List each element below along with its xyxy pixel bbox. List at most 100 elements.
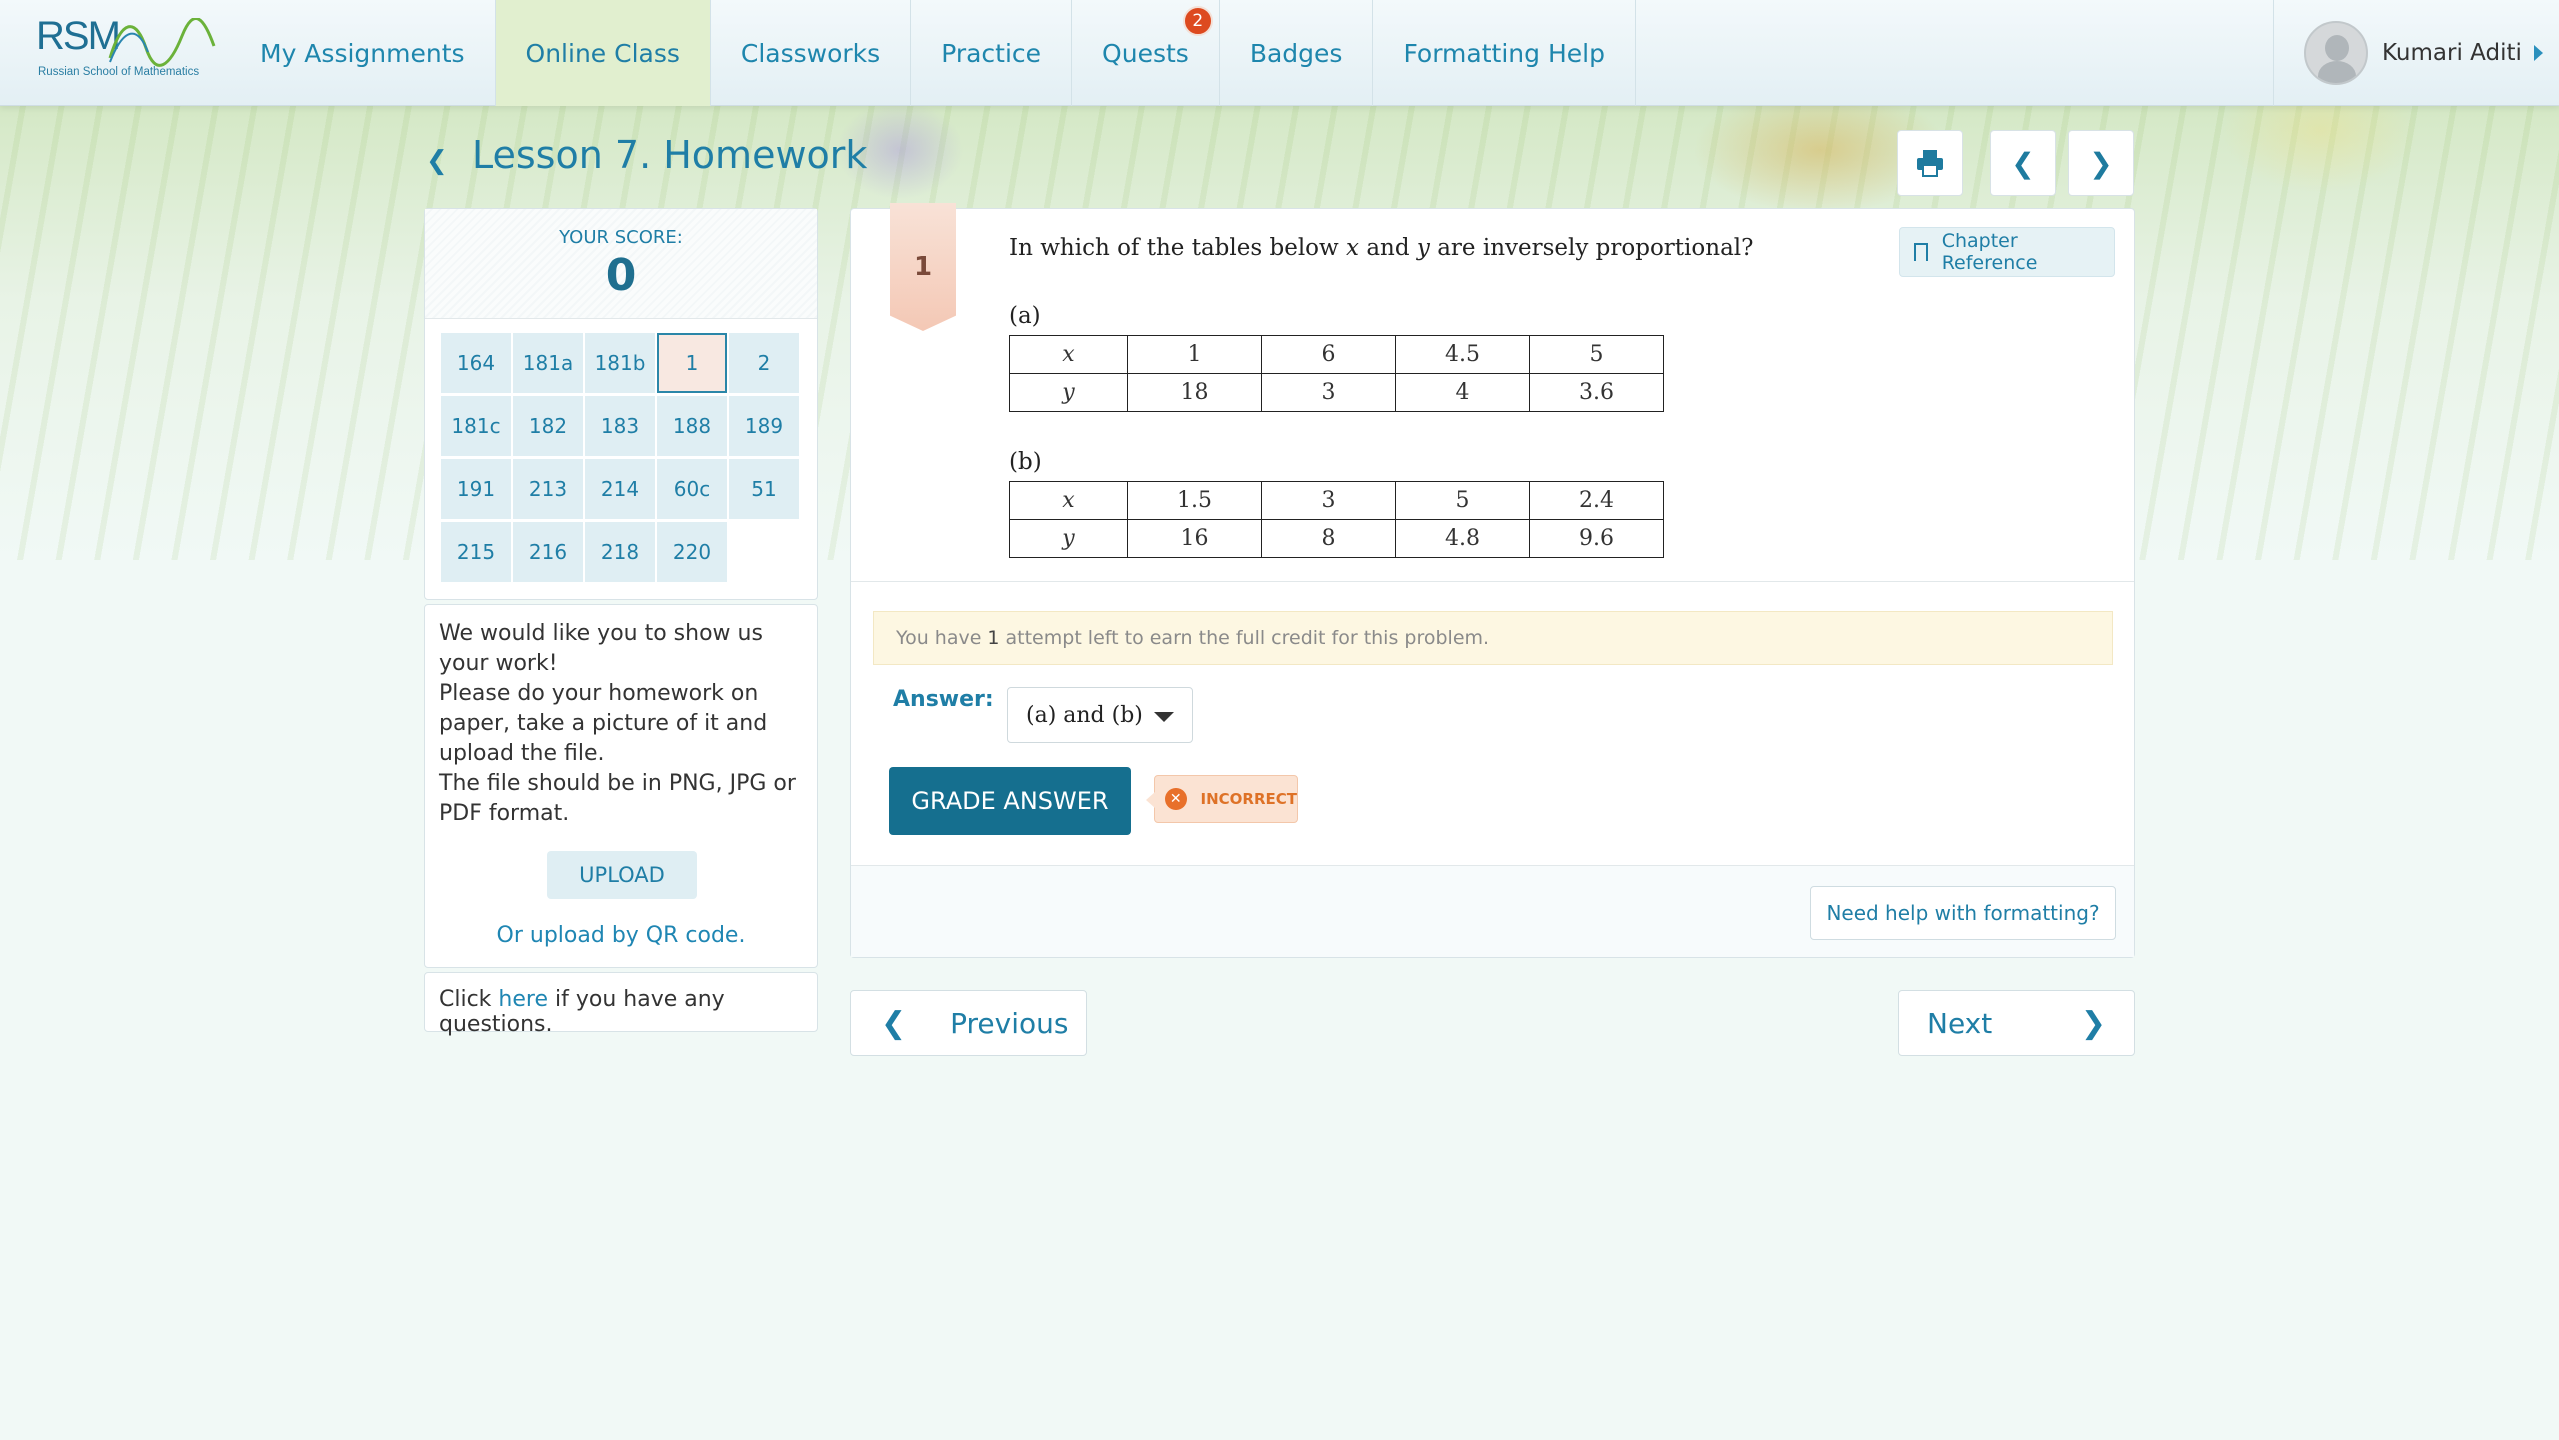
chapter-reference-button[interactable]: Chapter Reference (1899, 227, 2115, 277)
problem-cell[interactable]: 164 (441, 333, 511, 393)
notice-prefix: You have (896, 627, 982, 649)
chevron-left-icon: ❮ (2011, 146, 2035, 180)
page-title: Lesson 7. Homework (472, 133, 868, 177)
chapter-reference-label: Chapter Reference (1941, 230, 2038, 274)
table-cell: 9.6 (1529, 519, 1664, 558)
grade-answer-button[interactable]: GRADE ANSWER (889, 767, 1131, 835)
bookmark-icon (1914, 243, 1928, 261)
caret-right-icon (2533, 45, 2543, 61)
upload-instruction-1: We would like you to show us your work! (439, 621, 763, 676)
problem-cell[interactable]: 183 (585, 396, 655, 456)
next-label: Next (1927, 1006, 1993, 1040)
problem-cell[interactable]: 213 (513, 459, 583, 519)
problem-cell[interactable]: 189 (729, 396, 799, 456)
table-cell: 18 (1127, 373, 1262, 412)
problem-cell[interactable]: 220 (657, 522, 727, 582)
problem-cell[interactable]: 60c (657, 459, 727, 519)
problem-cell[interactable]: 188 (657, 396, 727, 456)
table-cell: x (1009, 335, 1128, 374)
table-b: x 1.5 3 5 2.4 y 16 8 4.8 9.6 (1009, 481, 1664, 558)
nav-my-assignments[interactable]: My Assignments (236, 0, 496, 106)
user-name: Kumari Aditi (2382, 40, 2522, 66)
rsm-logo[interactable]: RSM Russian School of Mathematics (0, 0, 236, 106)
table-a-label: (a) (1009, 303, 1041, 329)
problem-cell[interactable]: 2 (729, 333, 799, 393)
problem-cell[interactable]: 181b (585, 333, 655, 393)
attempts-notice: You have 1 attempt left to earn the full… (873, 611, 2113, 665)
problem-footer: Need help with formatting? (851, 865, 2134, 957)
problem-cell[interactable]: 216 (513, 522, 583, 582)
problem-panel: 1 Chapter Reference In which of the tabl… (850, 203, 2135, 958)
answer-select[interactable]: (a) and (b) (1007, 687, 1193, 743)
logo-subtitle: Russian School of Mathematics (38, 66, 200, 78)
qr-upload-link[interactable]: Or upload by QR code. (425, 923, 817, 948)
problem-cell[interactable]: 214 (585, 459, 655, 519)
problem-cell[interactable]: 181c (441, 396, 511, 456)
questions-here-link[interactable]: here (498, 987, 548, 1012)
avatar (2304, 21, 2368, 85)
chevron-left-icon: ❮ (881, 1005, 907, 1041)
problem-cell[interactable]: 182 (513, 396, 583, 456)
previous-problem-button[interactable]: ❮ (1990, 130, 2056, 196)
nav-quests[interactable]: Quests 2 (1072, 0, 1220, 106)
table-cell: 1 (1127, 335, 1262, 374)
formatting-help-button[interactable]: Need help with formatting? (1810, 886, 2116, 940)
questions-panel: Click here if you have any questions. (424, 972, 818, 1037)
table-cell: 4.8 (1395, 519, 1530, 558)
previous-button[interactable]: ❮ Previous (850, 990, 1087, 1056)
problem-cell[interactable]: 51 (729, 459, 799, 519)
problem-cell[interactable]: 218 (585, 522, 655, 582)
upload-button[interactable]: UPLOAD (547, 851, 697, 899)
problem-cell[interactable]: 191 (441, 459, 511, 519)
upload-instruction-3: The file should be in PNG, JPG or PDF fo… (439, 771, 796, 826)
table-cell: 2.4 (1529, 481, 1664, 520)
variable-y: y (1416, 235, 1430, 261)
nav-quests-label: Quests (1102, 38, 1189, 68)
table-cell: x (1009, 481, 1128, 520)
nav-online-class[interactable]: Online Class (495, 0, 711, 106)
nav-classworks[interactable]: Classworks (711, 0, 912, 106)
table-cell: 1.5 (1127, 481, 1262, 520)
nav-formatting-help[interactable]: Formatting Help (1373, 0, 1636, 106)
table-cell: 3.6 (1529, 373, 1664, 412)
table-cell: 4 (1395, 373, 1530, 412)
table-cell: 3 (1261, 481, 1396, 520)
quests-count-badge: 2 (1182, 6, 1213, 36)
logo-wave-icon (108, 18, 216, 67)
table-cell: 3 (1261, 373, 1396, 412)
table-cell: y (1009, 519, 1128, 558)
table-cell: 16 (1127, 519, 1262, 558)
print-button[interactable] (1897, 130, 1963, 196)
notice-count: 1 (987, 627, 1000, 649)
question-part: are inversely proportional? (1437, 235, 1754, 261)
back-chevron-icon[interactable]: ❮ (426, 146, 448, 176)
problem-cell[interactable]: 215 (441, 522, 511, 582)
table-cell: 8 (1261, 519, 1396, 558)
upload-panel: We would like you to show us your work! … (424, 604, 818, 968)
error-x-icon: ✕ (1165, 788, 1187, 810)
upload-instruction-2: Please do your homework on paper, take a… (439, 681, 768, 766)
question-text: In which of the tables below x and y are… (1009, 235, 1753, 261)
problem-cell-current[interactable]: 1 (657, 333, 727, 393)
questions-prefix: Click (439, 987, 492, 1012)
user-menu[interactable]: Kumari Aditi (2273, 0, 2559, 106)
dropdown-caret-icon (1154, 712, 1174, 722)
answer-selected-value: (a) and (b) (1026, 702, 1143, 728)
table-cell: 5 (1529, 335, 1664, 374)
table-cell: 6 (1261, 335, 1396, 374)
divider (851, 581, 2134, 582)
score-label: YOUR SCORE: (559, 227, 683, 248)
answer-label: Answer: (893, 687, 994, 712)
score-header: YOUR SCORE: 0 (425, 209, 817, 319)
nav-practice[interactable]: Practice (911, 0, 1073, 106)
next-problem-button[interactable]: ❯ (2068, 130, 2134, 196)
problem-number-ribbon: 1 (890, 203, 956, 331)
previous-label: Previous (950, 1006, 1069, 1040)
table-cell: 5 (1395, 481, 1530, 520)
table-cell: 4.5 (1395, 335, 1530, 374)
status-text: INCORRECT (1200, 790, 1297, 808)
next-button[interactable]: Next ❯ (1898, 990, 2135, 1056)
nav-badges[interactable]: Badges (1220, 0, 1374, 106)
problem-cell[interactable]: 181a (513, 333, 583, 393)
table-b-label: (b) (1009, 449, 1042, 475)
